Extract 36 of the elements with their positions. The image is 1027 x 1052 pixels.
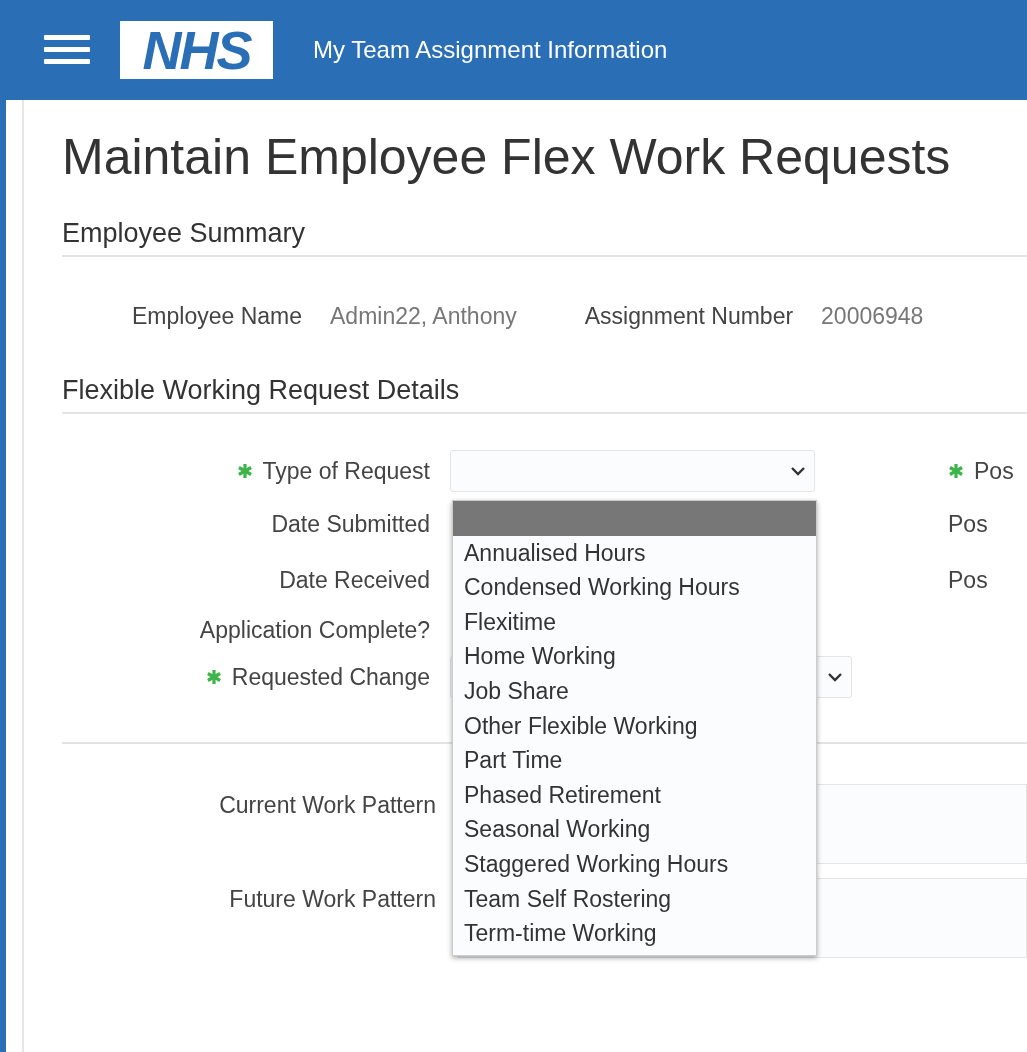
section-heading: Flexible Working Request Details [62, 375, 1027, 414]
field-label: Date Received [279, 566, 430, 594]
field-label: Assignment Number [584, 302, 794, 330]
dropdown-option[interactable]: Staggered Working Hours [453, 846, 816, 882]
section-heading: Employee Summary [62, 218, 1027, 257]
menu-icon[interactable] [44, 34, 90, 66]
field-value: 20006948 [821, 302, 924, 330]
app-title: My Team Assignment Information [313, 36, 668, 64]
field-label: Current Work Pattern [218, 791, 436, 820]
dropdown-option[interactable]: Part Time [453, 743, 816, 778]
dropdown-option[interactable]: Flexitime [453, 604, 816, 640]
chevron-down-icon [790, 466, 806, 476]
field-label: Pos [948, 510, 988, 538]
dropdown-option[interactable]: Phased Retirement [453, 777, 816, 813]
dropdown-option[interactable]: Annualised Hours [453, 535, 816, 571]
field-label: Application Complete? [199, 616, 430, 644]
page-title: Maintain Employee Flex Work Requests [62, 128, 952, 186]
dropdown-option[interactable]: Home Working [453, 639, 816, 674]
field-label: Pos [974, 457, 1014, 485]
field-label: Date Submitted [271, 510, 430, 538]
dropdown-option[interactable] [453, 501, 816, 536]
field-label: Future Work Pattern [228, 885, 436, 914]
dropdown-option[interactable]: Condensed Working Hours [453, 570, 816, 605]
dropdown-option[interactable]: Team Self Rostering [453, 881, 816, 917]
field-value: Admin22, Anthony [330, 302, 517, 330]
dropdown-option[interactable]: Term-time Working [453, 916, 816, 951]
field-label: Pos [948, 566, 988, 594]
dropdown-option[interactable]: Seasonal Working [453, 812, 816, 847]
field-label: Employee Name [132, 302, 303, 330]
chevron-down-icon [827, 672, 843, 682]
dropdown-option[interactable]: Job Share [453, 673, 816, 709]
select-field[interactable] [450, 450, 815, 492]
field-label: Type of Request [262, 457, 430, 485]
nhs-logo: NHS [120, 21, 273, 79]
dropdown-option[interactable]: Other Flexible Working [453, 708, 816, 744]
field-label: Requested Change [231, 663, 430, 691]
